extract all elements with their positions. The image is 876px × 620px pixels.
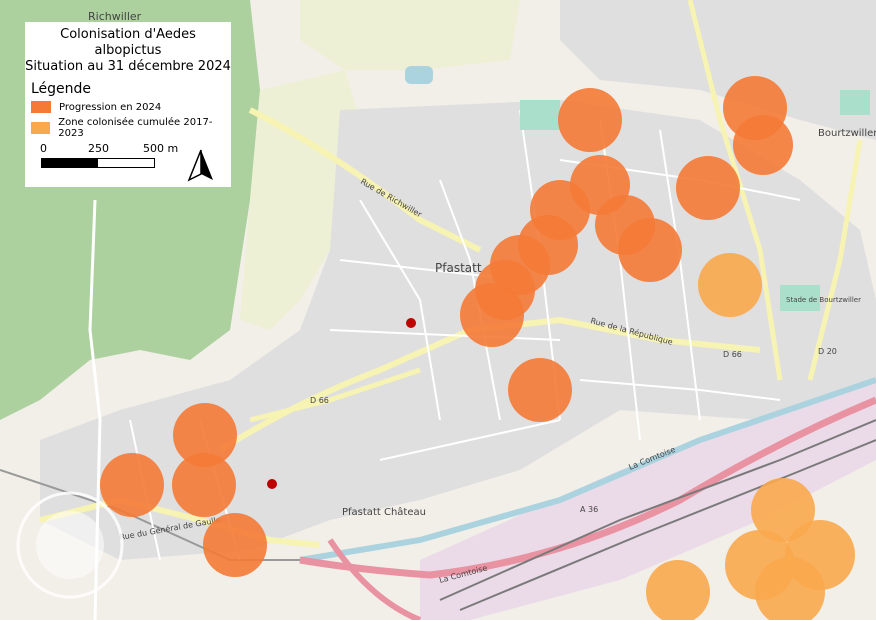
hospital-icon-2: [267, 479, 277, 489]
label-d20: D 20: [818, 347, 837, 356]
hospital-icon: [406, 318, 416, 328]
legend-label-cumulative: Zone colonisée cumulée 2017-2023: [58, 117, 213, 139]
sport-field: [520, 100, 560, 130]
pond-water: [405, 66, 433, 84]
label-d66: D 66: [310, 396, 329, 405]
label-pfastatt: Pfastatt: [435, 261, 482, 275]
map-title-line2: Situation au 31 décembre 2024: [25, 59, 231, 74]
legend-swatch-progression: [31, 101, 51, 113]
progression-zone-12: [460, 283, 524, 347]
label-stade: Stade de Bourtzwiller: [786, 296, 861, 304]
scale-bar: 0 250 500 m: [40, 142, 201, 168]
progression-zone-1: [558, 88, 622, 152]
map-title-line1: Colonisation d'Aedes albopictus: [60, 27, 196, 58]
farmland-area-2: [300, 0, 520, 70]
progression-zone-10: [618, 218, 682, 282]
label-bourtzwiller: Bourtzwiller: [818, 128, 876, 139]
sport-field-2: [840, 90, 870, 115]
progression-zone-16: [172, 453, 236, 517]
progression-zone-15: [100, 453, 164, 517]
scale-label-250: 250: [88, 142, 109, 155]
scale-label-500: 500 m: [143, 142, 179, 155]
legend-item-progression: Progression en 2024: [31, 101, 231, 113]
legend-label-progression: Progression en 2024: [59, 101, 162, 113]
legend-panel: Colonisation d'Aedes albopictus Situatio…: [25, 22, 231, 187]
progression-zone-17: [203, 513, 267, 577]
legend-heading: Légende: [31, 81, 92, 97]
legend-swatch-cumulative: [31, 122, 51, 134]
map-title: Colonisation d'Aedes albopictus Situatio…: [25, 27, 231, 75]
progression-zone-4: [676, 156, 740, 220]
label-pfastatt-chateau: Pfastatt Château: [342, 506, 426, 518]
cumulative-zone-1: [698, 253, 762, 317]
label-a36: A 36: [580, 505, 598, 514]
scale-label-0: 0: [40, 142, 47, 155]
label-d66-2: D 66: [723, 350, 742, 359]
north-arrow-icon: [187, 149, 213, 182]
legend-item-cumulative: Zone colonisée cumulée 2017-2023: [31, 117, 231, 139]
progression-zone-3: [733, 115, 793, 175]
progression-zone-13: [508, 358, 572, 422]
